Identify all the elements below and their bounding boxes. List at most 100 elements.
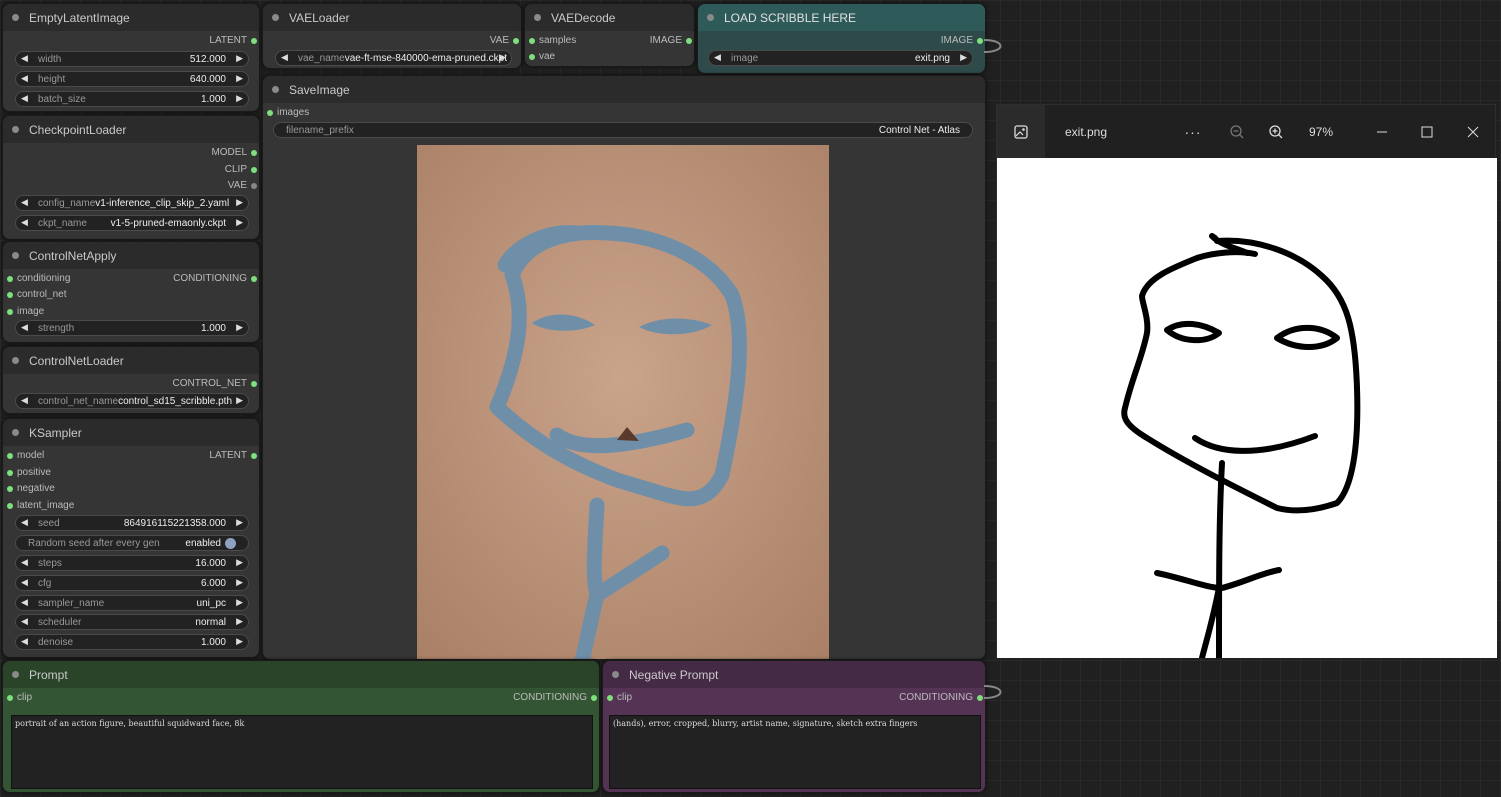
zoom-out-icon[interactable] [1223, 105, 1251, 158]
output-model[interactable]: MODEL [211, 146, 259, 160]
more-options-button[interactable]: ··· [1177, 105, 1209, 158]
decrement-arrow-icon[interactable]: ◀ [21, 53, 28, 64]
input-conditioning[interactable]: conditioning [5, 272, 70, 286]
random-seed-toggle[interactable]: Random seed after every gen enabled [15, 535, 249, 551]
output-vae[interactable]: VAE [490, 34, 521, 48]
node-prompt[interactable]: Prompt clip CONDITIONING portrait of an … [2, 660, 600, 793]
image-viewer-window[interactable]: exit.png ··· 97% [996, 104, 1497, 658]
input-control-net[interactable]: control_net [5, 288, 66, 302]
increment-arrow-icon[interactable]: ▶ [236, 322, 243, 333]
output-vae[interactable]: VAE [228, 179, 259, 193]
increment-arrow-icon[interactable]: ▶ [236, 517, 243, 528]
vae-name-widget[interactable]: ◀ vae_name vae-ft-mse-840000-ema-pruned.… [275, 50, 512, 66]
steps-widget[interactable]: ◀ steps 16.000 ▶ [15, 555, 249, 571]
node-checkpoint-loader[interactable]: CheckpointLoader MODEL CLIP VAE ◀ config… [2, 115, 260, 240]
node-title[interactable]: SaveImage [263, 76, 985, 103]
input-image[interactable]: image [5, 305, 44, 319]
input-vae[interactable]: vae [527, 50, 555, 64]
decrement-arrow-icon[interactable]: ◀ [21, 93, 28, 104]
output-image[interactable]: IMAGE [941, 34, 985, 48]
prompt-textarea[interactable]: portrait of an action figure, beautiful … [11, 715, 593, 789]
gallery-icon[interactable] [997, 105, 1045, 158]
node-negative-prompt[interactable]: Negative Prompt clip CONDITIONING (hands… [602, 660, 986, 793]
node-title[interactable]: KSampler [3, 419, 259, 446]
negative-prompt-textarea[interactable]: (hands), error, cropped, blurry, artist … [609, 715, 981, 789]
batch-size-widget[interactable]: ◀ batch_size 1.000 ▶ [15, 91, 249, 107]
filename-prefix-input[interactable]: filename_prefix Control Net - Atlas [273, 122, 973, 138]
input-clip[interactable]: clip [605, 691, 632, 705]
decrement-arrow-icon[interactable]: ◀ [21, 636, 28, 647]
node-empty-latent-image[interactable]: EmptyLatentImage LATENT ◀ width 512.000 … [2, 3, 260, 112]
sampler-name-widget[interactable]: ◀ sampler_name uni_pc ▶ [15, 595, 249, 611]
input-clip[interactable]: clip [5, 691, 32, 705]
increment-arrow-icon[interactable]: ▶ [236, 636, 243, 647]
input-samples[interactable]: samples [527, 34, 576, 48]
increment-arrow-icon[interactable]: ▶ [960, 52, 967, 63]
output-control-net[interactable]: CONTROL_NET [173, 377, 259, 391]
decrement-arrow-icon[interactable]: ◀ [21, 616, 28, 627]
increment-arrow-icon[interactable]: ▶ [236, 197, 243, 208]
control-net-name-widget[interactable]: ◀ control_net_name control_sd15_scribble… [15, 393, 249, 409]
node-save-image[interactable]: SaveImage images filename_prefix Control… [262, 75, 986, 660]
node-vae-loader[interactable]: VAELoader VAE ◀ vae_name vae-ft-mse-8400… [262, 3, 522, 69]
output-clip[interactable]: CLIP [225, 163, 259, 177]
ckpt-name-widget[interactable]: ◀ ckpt_name v1-5-pruned-emaonly.ckpt ▶ [15, 215, 249, 231]
input-latent-image[interactable]: latent_image [5, 499, 74, 513]
node-title[interactable]: VAELoader [263, 4, 521, 31]
increment-arrow-icon[interactable]: ▶ [236, 93, 243, 104]
input-negative[interactable]: negative [5, 482, 55, 496]
node-ksampler[interactable]: KSampler model LATENT positive negative … [2, 418, 260, 658]
decrement-arrow-icon[interactable]: ◀ [281, 52, 288, 63]
output-conditioning[interactable]: CONDITIONING [173, 272, 259, 286]
decrement-arrow-icon[interactable]: ◀ [21, 577, 28, 588]
strength-widget[interactable]: ◀ strength 1.000 ▶ [15, 320, 249, 336]
increment-arrow-icon[interactable]: ▶ [236, 73, 243, 84]
close-icon[interactable] [1458, 105, 1488, 158]
node-title[interactable]: LOAD SCRIBBLE HERE [698, 4, 985, 31]
node-controlnet-apply[interactable]: ControlNetApply conditioning CONDITIONIN… [2, 241, 260, 343]
output-latent[interactable]: LATENT [209, 449, 259, 463]
increment-arrow-icon[interactable]: ▶ [236, 557, 243, 568]
maximize-icon[interactable] [1412, 105, 1442, 158]
seed-widget[interactable]: ◀ seed 864916115221358.000 ▶ [15, 515, 249, 531]
input-model[interactable]: model [5, 449, 44, 463]
denoise-widget[interactable]: ◀ denoise 1.000 ▶ [15, 634, 249, 650]
decrement-arrow-icon[interactable]: ◀ [21, 395, 28, 406]
minimize-icon[interactable] [1367, 105, 1397, 158]
decrement-arrow-icon[interactable]: ◀ [21, 322, 28, 333]
node-title[interactable]: CheckpointLoader [3, 116, 259, 143]
increment-arrow-icon[interactable]: ▶ [236, 217, 243, 228]
decrement-arrow-icon[interactable]: ◀ [21, 597, 28, 608]
image-select-widget[interactable]: ◀ image exit.png ▶ [708, 50, 973, 66]
decrement-arrow-icon[interactable]: ◀ [21, 217, 28, 228]
node-title[interactable]: Prompt [3, 661, 599, 688]
decrement-arrow-icon[interactable]: ◀ [714, 52, 721, 63]
node-title[interactable]: Negative Prompt [603, 661, 985, 688]
output-conditioning[interactable]: CONDITIONING [513, 691, 599, 705]
cfg-widget[interactable]: ◀ cfg 6.000 ▶ [15, 575, 249, 591]
increment-arrow-icon[interactable]: ▶ [236, 597, 243, 608]
zoom-in-icon[interactable] [1262, 105, 1290, 158]
increment-arrow-icon[interactable]: ▶ [236, 395, 243, 406]
node-load-scribble[interactable]: LOAD SCRIBBLE HERE IMAGE ◀ image exit.pn… [697, 3, 986, 74]
increment-arrow-icon[interactable]: ▶ [499, 52, 506, 63]
decrement-arrow-icon[interactable]: ◀ [21, 517, 28, 528]
input-images[interactable]: images [265, 106, 309, 120]
node-title[interactable]: EmptyLatentImage [3, 4, 259, 31]
output-conditioning[interactable]: CONDITIONING [899, 691, 985, 705]
height-widget[interactable]: ◀ height 640.000 ▶ [15, 71, 249, 87]
node-vae-decode[interactable]: VAEDecode samples IMAGE vae [524, 3, 695, 67]
generated-image[interactable] [417, 145, 829, 660]
increment-arrow-icon[interactable]: ▶ [236, 616, 243, 627]
input-positive[interactable]: positive [5, 466, 51, 480]
increment-arrow-icon[interactable]: ▶ [236, 577, 243, 588]
output-image[interactable]: IMAGE [650, 34, 694, 48]
output-latent[interactable]: LATENT [209, 34, 259, 48]
decrement-arrow-icon[interactable]: ◀ [21, 197, 28, 208]
decrement-arrow-icon[interactable]: ◀ [21, 557, 28, 568]
config-name-widget[interactable]: ◀ config_name v1-inference_clip_skip_2.y… [15, 195, 249, 211]
node-controlnet-loader[interactable]: ControlNetLoader CONTROL_NET ◀ control_n… [2, 346, 260, 414]
increment-arrow-icon[interactable]: ▶ [236, 53, 243, 64]
node-title[interactable]: VAEDecode [525, 4, 694, 31]
node-title[interactable]: ControlNetApply [3, 242, 259, 269]
